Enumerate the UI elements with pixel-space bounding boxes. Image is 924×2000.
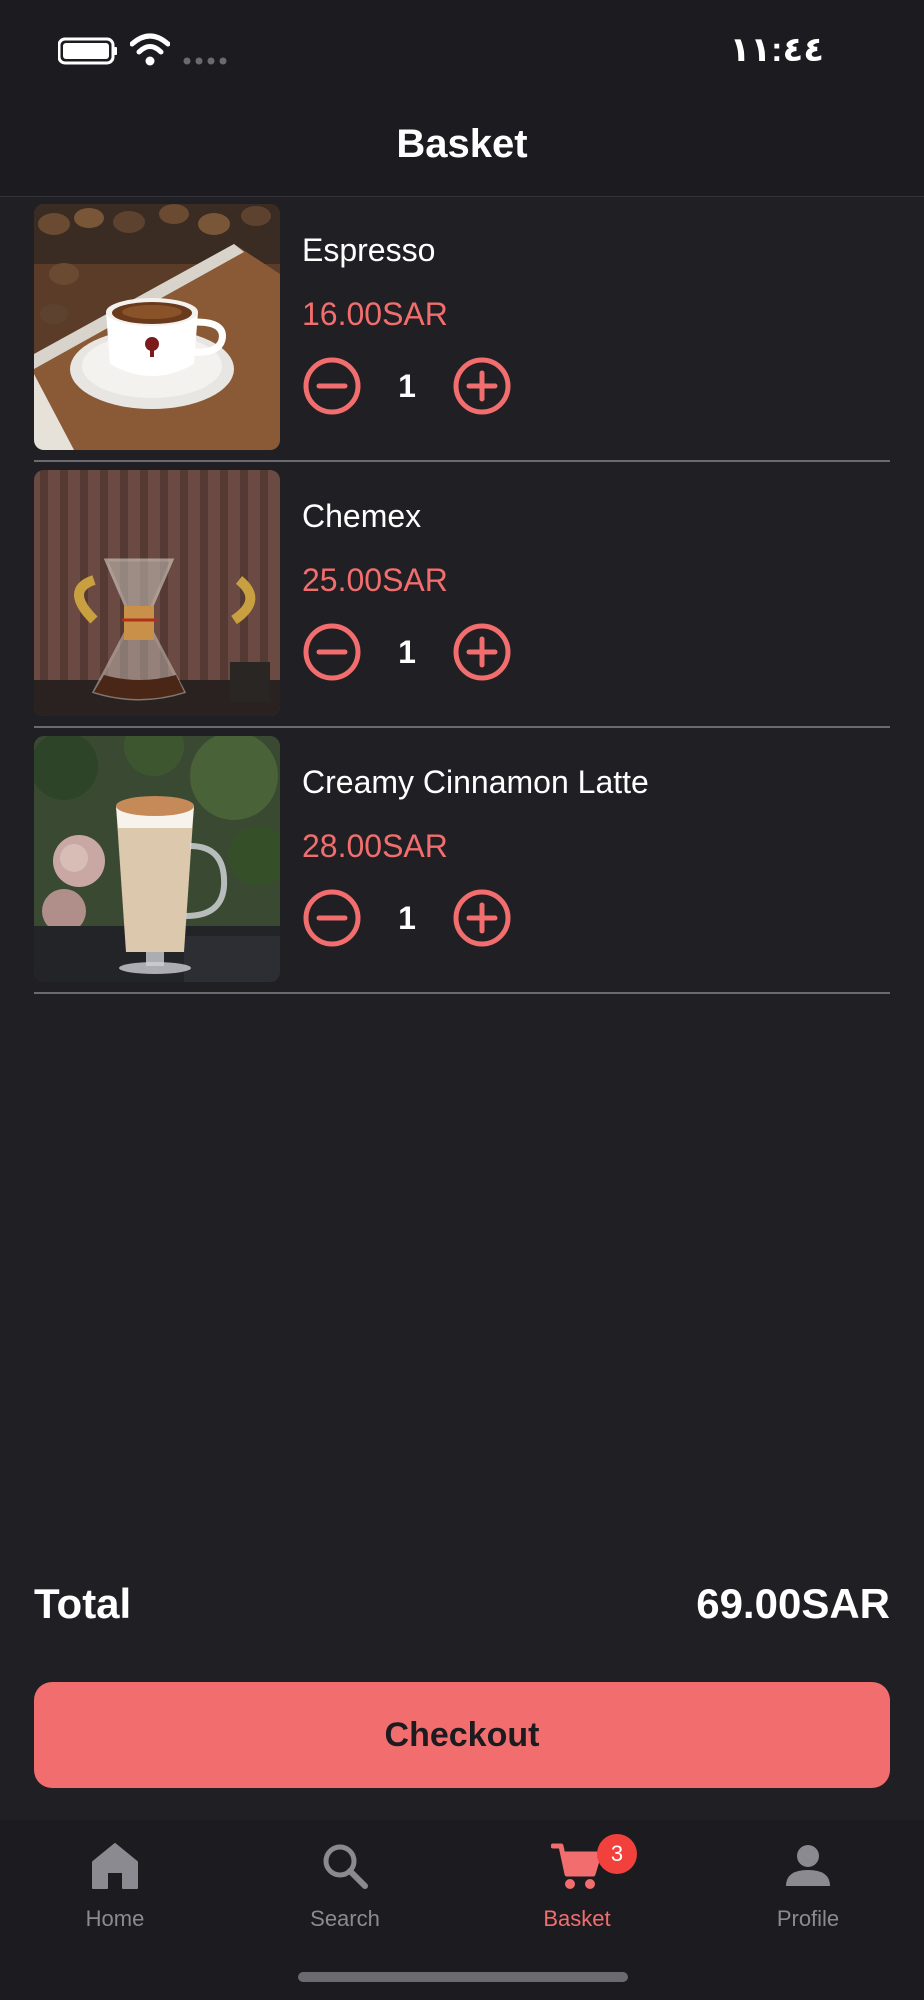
status-bar: ١١:٤٤ [0,0,924,100]
checkout-button[interactable]: Checkout [34,1682,890,1788]
quantity-stepper: 1 [302,888,511,950]
nav-label-profile: Profile [776,1906,840,1931]
battery-icon [58,37,117,65]
cart-count-badge: 3 [597,1834,637,1874]
espresso-photo [34,204,280,450]
basket-item-espresso: Espresso 16.00SAR 1 [34,204,890,462]
nav-item-basket[interactable]: 3 Basket [487,1834,667,1950]
quantity-stepper: 1 [302,622,511,684]
chemex-photo [34,470,280,716]
status-time: ١١:٤٤ [729,31,824,69]
total-label: Total [34,1580,132,1627]
plus-circle-icon[interactable] [452,622,512,682]
total-row: Total 69.00SAR [34,1580,890,1640]
home-icon [92,1843,138,1889]
signal-dots-icon [183,57,227,65]
quantity-value: 1 [398,634,416,670]
page-title: Basket [396,122,528,166]
basket-item-chemex: Chemex 25.00SAR 1 [34,470,890,728]
item-price: 28.00SAR [302,828,448,864]
item-price: 25.00SAR [302,562,448,598]
item-name: Chemex [302,498,422,534]
latte-photo [34,736,280,982]
wifi-icon [130,33,170,66]
plus-circle-icon[interactable] [452,888,512,948]
search-icon [323,1844,368,1889]
nav-label-home: Home [85,1906,145,1931]
home-indicator [298,1972,628,1982]
item-name: Creamy Cinnamon Latte [302,764,649,800]
basket-screen: ١١:٤٤ Basket Espresso 16.00SAR 1 Chemex … [0,0,924,2000]
item-name: Espresso [302,232,436,268]
nav-label-basket: Basket [543,1906,611,1931]
basket-list: Espresso 16.00SAR 1 Chemex 25.00SAR 1 Cr… [34,204,890,1002]
nav-label-search: Search [310,1906,380,1931]
header: Basket [0,100,924,197]
quantity-value: 1 [398,900,416,936]
nav-item-home[interactable]: Home [25,1840,205,1950]
quantity-value: 1 [398,368,416,404]
minus-circle-icon[interactable] [302,622,362,682]
total-value: 69.00SAR [696,1580,890,1627]
person-icon [786,1845,830,1886]
item-price: 16.00SAR [302,296,448,332]
quantity-stepper: 1 [302,356,511,418]
cart-icon [551,1843,602,1889]
nav-item-search[interactable]: Search [255,1840,435,1950]
minus-circle-icon[interactable] [302,888,362,948]
plus-circle-icon[interactable] [452,356,512,416]
minus-circle-icon[interactable] [302,356,362,416]
nav-item-profile[interactable]: Profile [718,1840,898,1950]
basket-item-latte: Creamy Cinnamon Latte 28.00SAR 1 [34,736,890,994]
